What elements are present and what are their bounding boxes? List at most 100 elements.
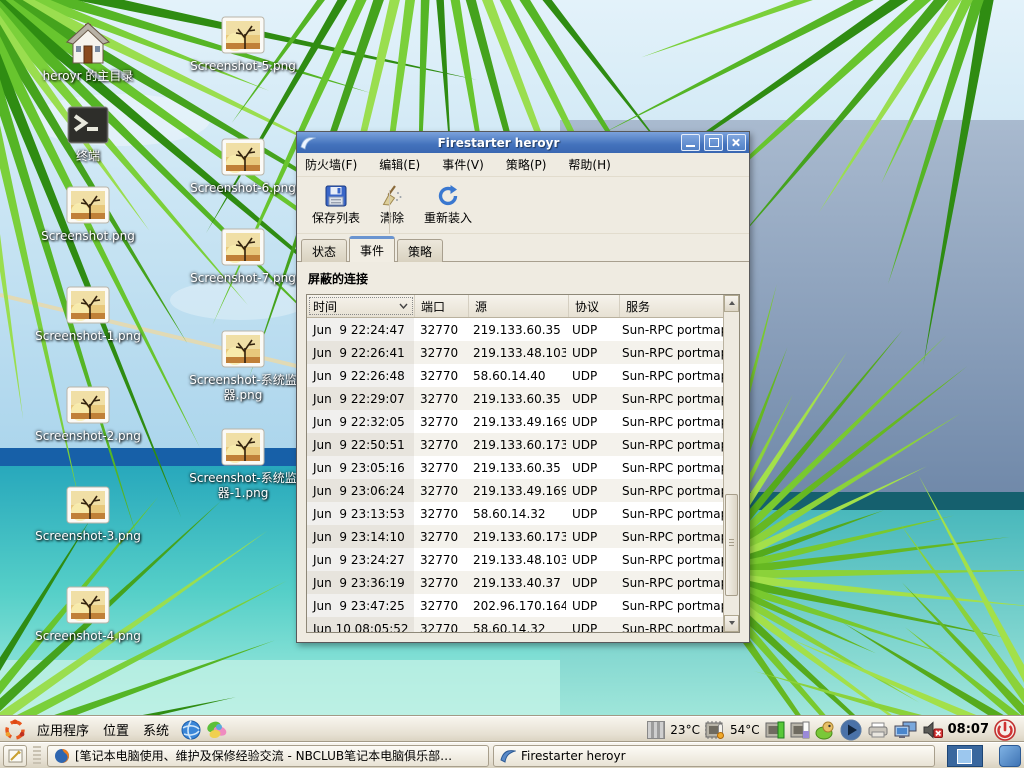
scrollbar-trough[interactable] [724,312,739,615]
event-row[interactable]: Jun 9 23:47:25 32770 202.96.170.164 UDP … [307,594,723,617]
ubuntu-logo-icon[interactable] [4,719,26,741]
shutdown-button-icon[interactable] [994,719,1016,741]
desktop-icon[interactable]: Screenshot-1.png [28,286,148,344]
toolbar-separator [389,190,390,234]
event-row[interactable]: Jun 9 23:24:27 32770 219.133.48.103 UDP … [307,548,723,571]
column-header-service[interactable]: 服务 [620,295,723,317]
desktop-icon[interactable]: Screenshot-系统监器.png [183,330,303,403]
chip-thermometer-icon[interactable] [705,721,725,739]
event-row[interactable]: Jun 9 22:32:05 32770 219.133.49.169 UDP … [307,410,723,433]
toolbar-button[interactable]: 清除 [371,179,413,231]
chip-green-meter-icon[interactable] [765,721,785,739]
printer-applet-icon[interactable] [867,722,889,738]
menu-item[interactable]: 帮助(H) [568,156,610,173]
screenshot-thumbnail-icon [221,228,265,266]
screenshot-thumbnail-icon [221,428,265,466]
window-titlebar[interactable]: Firestarter heroyr [297,132,749,153]
event-row[interactable]: Jun 9 22:29:07 32770 219.133.60.35 UDP S… [307,387,723,410]
desktop-icon[interactable]: Screenshot-2.png [28,386,148,444]
cell-port: 32770 [414,599,467,613]
toolbar-button[interactable]: 重新装入 [415,179,481,231]
panel-menu[interactable]: 系统 [136,718,176,741]
terminal-icon [67,106,109,144]
desktop-icon[interactable]: Screenshot-5.png [183,16,303,74]
vertical-scrollbar[interactable] [723,295,739,632]
cell-time: Jun 9 22:26:48 [307,364,414,387]
tab[interactable]: 事件 [349,236,395,262]
event-row[interactable]: Jun 9 23:14:10 32770 219.133.60.173 UDP … [307,525,723,548]
workspace-switcher-workspace-1[interactable] [947,745,983,767]
tab[interactable]: 策略 [397,239,443,262]
event-row[interactable]: Jun 9 23:13:53 32770 58.60.14.32 UDP Sun… [307,502,723,525]
player-applet-icon[interactable] [840,719,862,741]
event-row[interactable]: Jun 9 23:05:16 32770 219.133.60.35 UDP S… [307,456,723,479]
toolbar-button[interactable]: 保存列表 [303,179,369,231]
browser-launcher-icon[interactable] [180,719,202,741]
table-header-row: 时间 端口 源 协议 服务 [307,295,723,318]
cell-time: Jun 9 22:29:07 [307,387,414,410]
event-row[interactable]: Jun 9 22:26:41 32770 219.133.48.103 UDP … [307,341,723,364]
cpu-frequency-applet-icon[interactable] [647,721,665,739]
menu-item[interactable]: 编辑(E) [379,156,420,173]
event-row[interactable]: Jun 9 23:06:24 32770 219.133.49.169 UDP … [307,479,723,502]
clock[interactable]: 08:07 [948,722,989,737]
scroll-down-button[interactable] [724,615,739,632]
panel-drag-handle[interactable] [33,746,41,766]
desktop-icon-label: Screenshot.png [28,229,148,244]
network-monitor-icon[interactable] [894,720,918,740]
panel-menus: 应用程序位置系统 [30,718,176,741]
menu-item[interactable]: 防火墙(F) [305,156,357,173]
cell-protocol: UDP [566,461,616,475]
chip-purple-meter-icon[interactable] [790,721,810,739]
cell-time: Jun 9 23:47:25 [307,594,414,617]
window-menubar: 防火墙(F) 编辑(E) 事件(V) 策略(P) 帮助(H) [297,153,749,177]
desktop-icon[interactable]: heroyr 的主目录 [28,22,148,84]
temperature-1: 23°C [670,723,700,737]
column-header-source[interactable]: 源 [469,295,569,317]
column-header-protocol[interactable]: 协议 [569,295,620,317]
panel-menu[interactable]: 应用程序 [30,718,96,741]
desktop-icon[interactable]: Screenshot-7.png [183,228,303,286]
event-row[interactable]: Jun 9 22:26:48 32770 58.60.14.40 UDP Sun… [307,364,723,387]
show-desktop-button[interactable] [3,745,27,767]
scrollbar-thumb[interactable] [725,494,738,596]
cell-service: Sun-RPC portmap [616,507,723,521]
firestarter-window: Firestarter heroyr 防火墙(F) 编辑(E) 事件(V) 策略(P)… [296,131,750,643]
scroll-up-button[interactable] [724,295,739,312]
cell-port: 32770 [414,415,467,429]
cell-source: 219.133.60.35 [467,461,566,475]
notifier-applet-icon[interactable] [815,720,835,740]
cell-source: 58.60.14.40 [467,369,566,383]
column-header-time[interactable]: 时间 [307,295,415,317]
event-row[interactable]: Jun 9 22:24:47 32770 219.133.60.35 UDP S… [307,318,723,341]
event-row[interactable]: Jun 9 22:50:51 32770 219.133.60.173 UDP … [307,433,723,456]
cell-service: Sun-RPC portmap [616,369,723,383]
taskbar-window-button[interactable]: Firestarter heroyr [493,745,935,767]
minimize-button[interactable] [681,134,700,151]
tab[interactable]: 状态 [301,239,347,262]
desktop-icon[interactable]: Screenshot-6.png [183,138,303,196]
maximize-button[interactable] [704,134,723,151]
cell-source: 219.133.40.37 [467,576,566,590]
workspace-switcher-workspace-2[interactable] [999,745,1021,767]
cell-time: Jun 9 23:24:27 [307,548,414,571]
event-row[interactable]: Jun 10 08:05:52 32770 58.60.14.32 UDP Su… [307,617,723,632]
menu-item[interactable]: 策略(P) [506,156,547,173]
cell-port: 32770 [414,622,467,633]
cell-protocol: UDP [566,369,616,383]
menu-item[interactable]: 事件(V) [442,156,484,173]
desktop-icon[interactable]: Screenshot-3.png [28,486,148,544]
desktop-icon[interactable]: Screenshot-4.png [28,586,148,644]
desktop-icon[interactable]: Screenshot.png [28,186,148,244]
close-button[interactable] [727,134,746,151]
event-row[interactable]: Jun 9 23:36:19 32770 219.133.40.37 UDP S… [307,571,723,594]
volume-muted-icon[interactable] [923,721,943,739]
desktop-icon[interactable]: Screenshot-系统监器-1.png [183,428,303,501]
app-launcher-icon[interactable] [206,719,228,741]
column-header-port[interactable]: 端口 [415,295,469,317]
desktop-icon[interactable]: 终端 [28,106,148,164]
panel-menu[interactable]: 位置 [96,718,136,741]
tab-strip: 状态事件策略 [297,234,749,262]
cell-source: 58.60.14.32 [467,507,566,521]
taskbar-window-button[interactable]: [笔记本电脑使用、维护及保修经验交流 - NBCLUB笔记本电脑俱乐部… [47,745,489,767]
